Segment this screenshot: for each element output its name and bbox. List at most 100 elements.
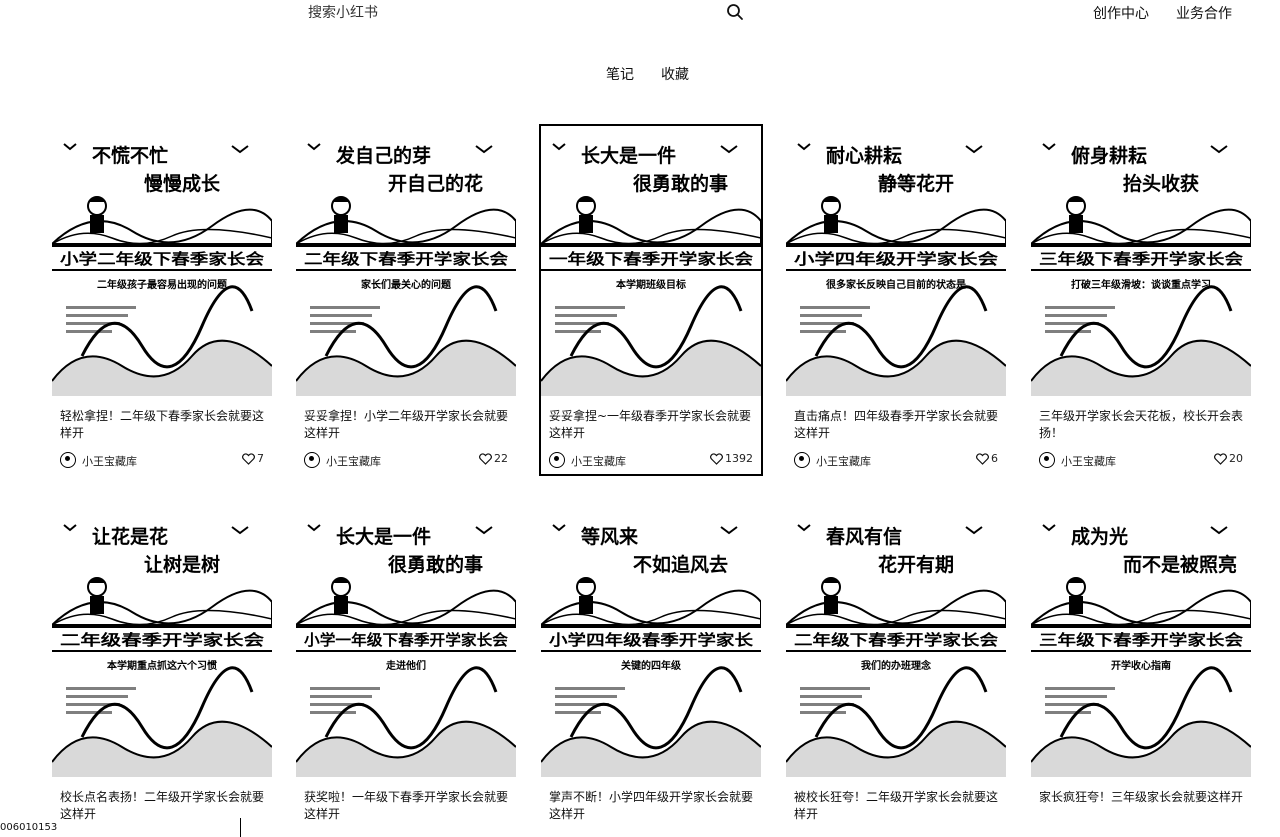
note-title[interactable]: 妥妥拿捏！小学二年级开学家长会就要这样开 <box>304 408 512 444</box>
cover-subtitle: 走进他们 <box>385 659 426 672</box>
note-title[interactable]: 三年级开学家长会天花板，校长开会表扬！ <box>1039 408 1247 444</box>
note-cover[interactable]: 不慌不忙 慢慢成长 小学二年级下春季家长会 二年级孩子最容易出现的问题 <box>52 126 272 396</box>
note-card[interactable]: 让花是花让树是树二年级春季开学家长会本学期重点抓这六个习惯校长点名表扬！二年级开… <box>52 507 272 837</box>
cover-headline-2: 而不是被照亮 <box>1123 553 1237 576</box>
heart-icon <box>242 452 255 465</box>
cover-main-title: 小学二年级下春季家长会 <box>60 250 264 268</box>
cover-illustration: 春风有信花开有期二年级下春季开学家长会我们的办班理念 <box>786 524 1006 777</box>
avatar[interactable] <box>1039 452 1055 468</box>
note-footer: 小王宝藏库 6 <box>794 452 1002 470</box>
note-cover[interactable]: 成为光 而不是被照亮 三年级下春季开学家长会 开学收心指南 <box>1031 507 1251 777</box>
cover-illustration: 长大是一件很勇敢的事小学一年级下春季开学家长会走进他们 <box>296 524 516 777</box>
cover-main-title: 小学四年级开学家长会 <box>794 250 998 268</box>
note-cover[interactable]: 让花是花让树是树二年级春季开学家长会本学期重点抓这六个习惯 <box>52 507 272 777</box>
cover-headline-1: 让花是花 <box>92 525 168 548</box>
note-title[interactable]: 轻松拿捏！二年级下春季家长会就要这样开 <box>60 408 268 444</box>
avatar[interactable] <box>60 452 76 468</box>
cover-subtitle: 打破三年级滑坡：谈谈重点学习 <box>1071 278 1211 291</box>
note-cover[interactable]: 长大是一件 很勇敢的事 小学一年级下春季开学家长会 走进他们 <box>296 507 516 777</box>
cover-subtitle: 家长们最关心的问题 <box>361 278 452 291</box>
cover-subtitle: 关键的四年级 <box>621 659 682 672</box>
heart-icon <box>976 452 989 465</box>
like-button[interactable]: 7 <box>242 452 264 465</box>
cover-headline-2: 让树是树 <box>144 553 220 576</box>
note-card[interactable]: 不慌不忙 慢慢成长 小学二年级下春季家长会 二年级孩子最容易出现的问题 轻松拿捏！二年级… <box>52 126 272 474</box>
cover-illustration: 发自己的芽开自己的花二年级下春季开学家长会家长们最关心的问题 <box>296 143 516 396</box>
note-cover[interactable]: 等风来 不如追风去 小学四年级春季开学家长 关键的四年级 <box>541 507 761 777</box>
like-count: 1392 <box>725 452 753 465</box>
cover-headline-2: 花开有期 <box>878 553 954 576</box>
cover-main-title: 一年级下春季开学家长会 <box>549 250 753 268</box>
note-title[interactable]: 校长点名表扬！二年级开学家长会就要这样开 <box>60 789 268 825</box>
cover-subtitle: 本学期班级目标 <box>616 278 686 291</box>
cover-illustration: 俯身耕耘抬头收获三年级下春季开学家长会打破三年级滑坡：谈谈重点学习 <box>1031 143 1251 396</box>
cover-headline-1: 长大是一件 <box>581 144 676 167</box>
like-count: 20 <box>1229 452 1243 465</box>
like-button[interactable]: 20 <box>1214 452 1243 465</box>
cover-headline-1: 等风来 <box>580 525 638 548</box>
note-cover[interactable]: 长大是一件很勇敢的事一年级下春季开学家长会本学期班级目标 <box>541 126 761 396</box>
note-title[interactable]: 掌声不断！小学四年级开学家长会就要这样开 <box>549 789 757 825</box>
note-footer: 小王宝藏库 20 <box>1039 452 1247 470</box>
cover-headline-2: 不如追风去 <box>633 553 728 576</box>
cover-headline-1: 成为光 <box>1071 525 1128 548</box>
cover-main-title: 二年级下春季开学家长会 <box>304 250 508 268</box>
cover-illustration: 让花是花让树是树二年级春季开学家长会本学期重点抓这六个习惯 <box>52 524 272 777</box>
note-title[interactable]: 被校长狂夸！二年级开学家长会就要这样开 <box>794 789 1002 825</box>
like-button[interactable]: 6 <box>976 452 998 465</box>
note-card[interactable]: 俯身耕耘 抬头收获 三年级下春季开学家长会 打破三年级滑坡：谈谈重点学习 三年级开学家长… <box>1031 126 1251 474</box>
avatar[interactable] <box>549 452 565 468</box>
cover-headline-1: 发自己的芽 <box>335 144 431 167</box>
note-footer: 小王宝藏库 7 <box>60 452 268 470</box>
note-cover[interactable]: 春风有信 花开有期 二年级下春季开学家长会 我们的办班理念 <box>786 507 1006 777</box>
cover-illustration: 成为光而不是被照亮三年级下春季开学家长会开学收心指南 <box>1031 524 1251 777</box>
cover-headline-2: 很勇敢的事 <box>388 553 483 576</box>
cover-subtitle: 本学期重点抓这六个习惯 <box>107 659 217 672</box>
like-button[interactable]: 1392 <box>710 452 753 465</box>
note-title[interactable]: 获奖啦！一年级下春季开学家长会就要这样开 <box>304 789 512 825</box>
author-name[interactable]: 小王宝藏库 <box>816 453 871 469</box>
cover-headline-2: 静等花开 <box>878 172 954 195</box>
note-card[interactable]: 耐心耕耘静等花开小学四年级开学家长会很多家长反映自己目前的状态是直击痛点！四年级… <box>786 126 1006 474</box>
cover-main-title: 二年级春季开学家长会 <box>60 631 264 649</box>
avatar[interactable] <box>794 452 810 468</box>
like-button[interactable]: 22 <box>479 452 508 465</box>
cover-illustration: 不慌不忙慢慢成长小学二年级下春季家长会二年级孩子最容易出现的问题 <box>52 143 272 396</box>
like-count: 22 <box>494 452 508 465</box>
note-card[interactable]: 发自己的芽开自己的花二年级下春季开学家长会家长们最关心的问题妥妥拿捏！小学二年级… <box>296 126 516 474</box>
note-card[interactable]: 春风有信 花开有期 二年级下春季开学家长会 我们的办班理念 被校长狂夸！二年级开学家长会… <box>786 507 1006 837</box>
like-count: 7 <box>257 452 264 465</box>
author-name[interactable]: 小王宝藏库 <box>82 453 137 469</box>
note-cover[interactable]: 发自己的芽开自己的花二年级下春季开学家长会家长们最关心的问题 <box>296 126 516 396</box>
note-card[interactable]: 长大是一件很勇敢的事一年级下春季开学家长会本学期班级目标妥妥拿捏~一年级春季开学… <box>539 124 763 476</box>
author-name[interactable]: 小王宝藏库 <box>571 453 626 469</box>
note-cover[interactable]: 俯身耕耘 抬头收获 三年级下春季开学家长会 打破三年级滑坡：谈谈重点学习 <box>1031 126 1251 396</box>
cover-subtitle: 开学收心指南 <box>1111 659 1171 672</box>
author-name[interactable]: 小王宝藏库 <box>326 453 381 469</box>
note-cover[interactable]: 耐心耕耘静等花开小学四年级开学家长会很多家长反映自己目前的状态是 <box>786 126 1006 396</box>
note-card[interactable]: 成为光 而不是被照亮 三年级下春季开学家长会 开学收心指南 家长疯狂夸！三年级家长会就要… <box>1031 507 1251 837</box>
cover-main-title: 二年级下春季开学家长会 <box>794 631 998 649</box>
cover-illustration: 长大是一件很勇敢的事一年级下春季开学家长会本学期班级目标 <box>541 143 761 396</box>
note-card[interactable]: 长大是一件 很勇敢的事 小学一年级下春季开学家长会 走进他们 获奖啦！一年级下春季开学家… <box>296 507 516 837</box>
note-title[interactable]: 直击痛点！四年级春季开学家长会就要这样开 <box>794 408 1002 444</box>
cover-headline-2: 很勇敢的事 <box>633 172 728 195</box>
author-name[interactable]: 小王宝藏库 <box>1061 453 1116 469</box>
cover-illustration: 耐心耕耘静等花开小学四年级开学家长会很多家长反映自己目前的状态是 <box>786 143 1006 396</box>
cover-subtitle: 很多家长反映自己目前的状态是 <box>825 278 966 291</box>
avatar[interactable] <box>304 452 320 468</box>
cover-headline-1: 俯身耕耘 <box>1071 144 1147 167</box>
note-card[interactable]: 等风来 不如追风去 小学四年级春季开学家长 关键的四年级 掌声不断！小学四年级开学家长会… <box>541 507 761 837</box>
cover-subtitle: 二年级孩子最容易出现的问题 <box>97 278 228 291</box>
note-title[interactable]: 家长疯狂夸！三年级家长会就要这样开 <box>1039 789 1247 825</box>
cover-headline-2: 开自己的花 <box>388 172 483 195</box>
cover-main-title: 三年级下春季开学家长会 <box>1039 250 1243 268</box>
cover-main-title: 小学一年级下春季开学家长会 <box>304 631 508 649</box>
cover-illustration: 等风来不如追风去小学四年级春季开学家长关键的四年级 <box>541 524 761 777</box>
like-count: 6 <box>991 452 998 465</box>
divider <box>240 818 246 837</box>
notes-grid: 不慌不忙 慢慢成长 小学二年级下春季家长会 二年级孩子最容易出现的问题 轻松拿捏！二年级… <box>0 0 1280 837</box>
note-title[interactable]: 妥妥拿捏~一年级春季开学家长会就要这样开 <box>549 408 757 444</box>
cover-headline-1: 耐心耕耘 <box>826 144 902 167</box>
heart-icon <box>710 452 723 465</box>
